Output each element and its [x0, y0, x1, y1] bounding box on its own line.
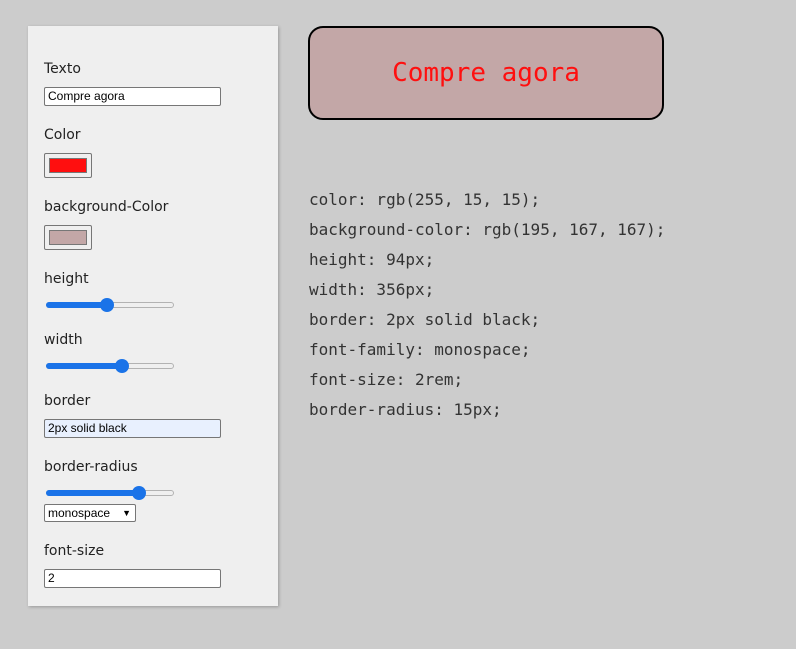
- border-radius-label: border-radius: [44, 459, 138, 475]
- slider-fill: [46, 302, 108, 308]
- background-color-swatch: [49, 230, 87, 245]
- height-label: height: [44, 271, 89, 287]
- font-family-selected: monospace: [48, 506, 111, 520]
- height-slider[interactable]: [46, 297, 174, 313]
- border-radius-slider[interactable]: [46, 485, 174, 501]
- css-line-color: color: rgb(255, 15, 15);: [309, 190, 541, 209]
- css-output: color: rgb(255, 15, 15); background-colo…: [309, 185, 665, 425]
- font-size-input[interactable]: 2: [44, 569, 221, 588]
- texto-label: Texto: [44, 61, 81, 77]
- background-color-label: background-Color: [44, 199, 169, 215]
- texto-input[interactable]: Compre agora: [44, 87, 221, 106]
- slider-thumb[interactable]: [132, 486, 147, 500]
- color-picker[interactable]: [44, 153, 92, 178]
- font-family-select[interactable]: monospace ▼: [44, 504, 136, 522]
- preview-button-text: Compre agora: [392, 58, 580, 88]
- preview-button[interactable]: Compre agora: [308, 26, 664, 120]
- border-label: border: [44, 393, 91, 409]
- background-color-picker[interactable]: [44, 225, 92, 250]
- css-line-width: width: 356px;: [309, 280, 435, 299]
- slider-thumb[interactable]: [114, 359, 129, 373]
- css-line-height: height: 94px;: [309, 250, 435, 269]
- color-swatch: [49, 158, 87, 173]
- css-line-border-radius: border-radius: 15px;: [309, 400, 502, 419]
- slider-fill: [46, 490, 140, 496]
- font-size-label: font-size: [44, 543, 105, 559]
- slider-fill: [46, 363, 122, 369]
- css-line-border: border: 2px solid black;: [309, 310, 541, 329]
- width-label: width: [44, 332, 83, 348]
- border-input[interactable]: 2px solid black: [44, 419, 221, 438]
- width-slider[interactable]: [46, 358, 174, 374]
- color-label: Color: [44, 127, 81, 143]
- chevron-down-icon: ▼: [122, 508, 131, 518]
- css-line-background-color: background-color: rgb(195, 167, 167);: [309, 220, 666, 239]
- controls-panel: Texto Compre agora Color background-Colo…: [28, 26, 278, 606]
- css-line-font-family: font-family: monospace;: [309, 340, 531, 359]
- css-line-font-size: font-size: 2rem;: [309, 370, 464, 389]
- slider-thumb[interactable]: [100, 298, 115, 312]
